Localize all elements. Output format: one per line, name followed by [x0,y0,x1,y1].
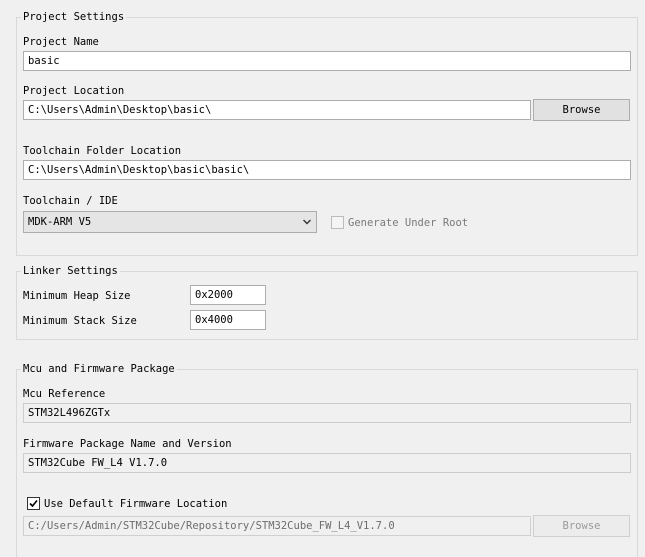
chevron-down-icon [303,219,311,225]
checkmark-icon [29,499,38,508]
firmware-package-field [23,453,631,473]
generate-under-root-label: Generate Under Root [348,217,469,229]
project-settings-title: Project Settings [21,11,127,24]
linker-settings-group: Linker Settings [16,265,638,340]
project-name-label: Project Name [23,36,99,48]
firmware-location-browse-button[interactable]: Browse [533,515,630,537]
use-default-location-checkbox[interactable] [27,497,40,510]
toolchain-folder-input[interactable] [23,160,631,180]
firmware-location-input[interactable] [23,516,531,536]
linker-settings-title: Linker Settings [21,265,120,278]
min-heap-label: Minimum Heap Size [23,290,131,302]
firmware-package-label: Firmware Package Name and Version [23,438,232,450]
toolchain-folder-label: Toolchain Folder Location [23,145,182,157]
mcu-reference-label: Mcu Reference [23,388,106,400]
project-location-input[interactable] [23,100,531,120]
toolchain-ide-select[interactable]: MDK-ARM V5 [23,211,317,233]
mcu-firmware-title: Mcu and Firmware Package [21,363,177,376]
generate-under-root-checkbox[interactable] [331,216,344,229]
min-stack-input[interactable] [190,310,266,330]
mcu-reference-field [23,403,631,423]
toolchain-ide-label: Toolchain / IDE [23,195,118,207]
min-heap-input[interactable] [190,285,266,305]
project-location-label: Project Location [23,85,125,97]
project-location-browse-button[interactable]: Browse [533,99,630,121]
use-default-location-label: Use Default Firmware Location [44,498,228,510]
min-stack-label: Minimum Stack Size [23,315,137,327]
project-name-input[interactable] [23,51,631,71]
toolchain-ide-value: MDK-ARM V5 [28,216,92,228]
